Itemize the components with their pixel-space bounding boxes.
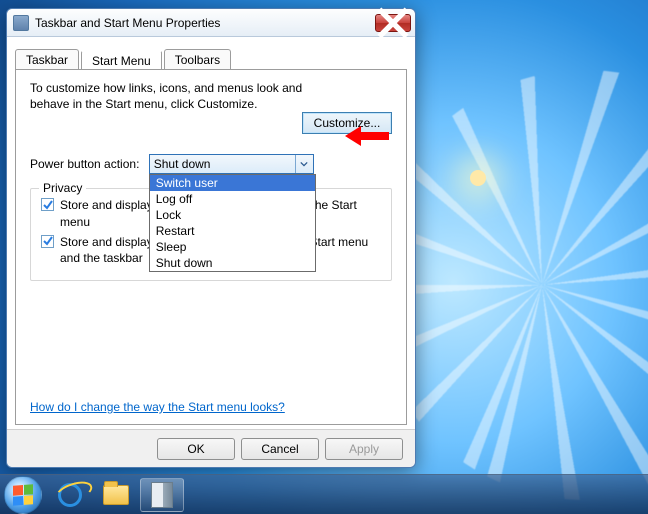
power-button-row: Power button action: Shut down Switch us…	[30, 134, 392, 174]
option-lock[interactable]: Lock	[150, 207, 315, 223]
power-button-label: Power button action:	[30, 157, 139, 171]
titlebar[interactable]: Taskbar and Start Menu Properties	[7, 9, 415, 37]
tab-taskbar[interactable]: Taskbar	[15, 49, 79, 71]
privacy-legend: Privacy	[39, 181, 86, 195]
option-sleep[interactable]: Sleep	[150, 239, 315, 255]
ok-button[interactable]: OK	[157, 438, 235, 460]
cancel-button[interactable]: Cancel	[241, 438, 319, 460]
option-shut-down[interactable]: Shut down	[150, 255, 315, 271]
desktop: Taskbar and Start Menu Properties Taskba…	[0, 0, 648, 514]
power-button-dropdown[interactable]: Shut down Switch user Log off Lock Resta…	[149, 154, 314, 174]
dialog-button-bar: OK Cancel Apply	[7, 429, 415, 467]
chevron-down-icon	[295, 155, 313, 173]
option-log-off[interactable]: Log off	[150, 191, 315, 207]
taskbar-item-ie[interactable]	[48, 478, 92, 512]
red-arrow-icon	[343, 124, 389, 148]
properties-icon	[151, 482, 173, 508]
option-switch-user[interactable]: Switch user	[150, 175, 315, 191]
power-button-dropdown-list: Switch user Log off Lock Restart Sleep S…	[149, 174, 316, 272]
internet-explorer-icon	[58, 483, 82, 507]
tab-toolbars[interactable]: Toolbars	[164, 49, 231, 71]
option-restart[interactable]: Restart	[150, 223, 315, 239]
window-title: Taskbar and Start Menu Properties	[35, 16, 375, 30]
power-button-value: Shut down	[150, 155, 313, 173]
start-button[interactable]	[4, 476, 42, 514]
tab-panel-start-menu: To customize how links, icons, and menus…	[15, 69, 407, 425]
taskbar-item-properties[interactable]	[140, 478, 184, 512]
properties-window: Taskbar and Start Menu Properties Taskba…	[6, 8, 416, 468]
taskbar	[0, 474, 648, 514]
annotation-arrow	[343, 124, 389, 151]
taskbar-item-explorer[interactable]	[94, 478, 138, 512]
folder-icon	[103, 485, 129, 505]
intro-text: To customize how links, icons, and menus…	[30, 80, 310, 112]
window-icon	[13, 15, 29, 31]
checkbox-store-items[interactable]	[41, 235, 54, 248]
help-link[interactable]: How do I change the way the Start menu l…	[30, 400, 285, 414]
apply-button: Apply	[325, 438, 403, 460]
windows-logo-icon	[13, 484, 33, 505]
tab-row: Taskbar Start Menu Toolbars	[15, 49, 407, 69]
close-button[interactable]	[375, 14, 411, 32]
checkbox-store-programs[interactable]	[41, 198, 54, 211]
close-icon	[376, 6, 410, 40]
